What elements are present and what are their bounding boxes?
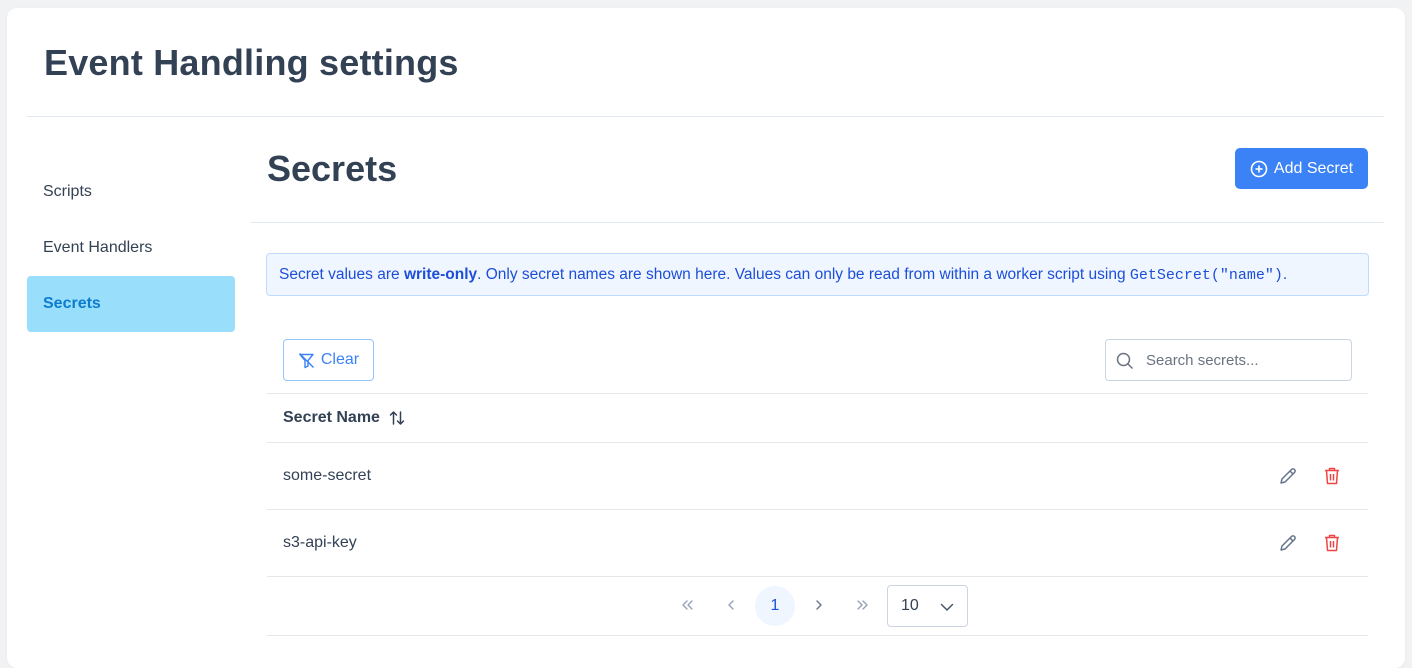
- pencil-icon[interactable]: [1278, 466, 1298, 491]
- sidebar-item-scripts[interactable]: Scripts: [27, 164, 235, 220]
- trash-icon[interactable]: [1323, 466, 1341, 491]
- next-page-button[interactable]: [799, 585, 839, 625]
- sidebar-item-event-handlers[interactable]: Event Handlers: [27, 220, 235, 276]
- clear-filter-button[interactable]: Clear: [283, 339, 374, 381]
- double-chevron-left-icon: [679, 597, 695, 613]
- header-divider: [27, 116, 1384, 117]
- plus-circle-icon: [1250, 160, 1268, 178]
- search-box: [1105, 339, 1352, 381]
- page-1-button[interactable]: 1: [755, 586, 795, 626]
- sort-icon[interactable]: [388, 409, 406, 427]
- column-header-label: Secret Name: [283, 409, 380, 426]
- page-title: Event Handling settings: [44, 42, 459, 83]
- table-bottom-border: [267, 635, 1368, 636]
- info-middle: . Only secret names are shown here. Valu…: [477, 266, 1130, 283]
- clear-label: Clear: [320, 351, 360, 368]
- info-bold: write-only: [403, 266, 478, 283]
- last-page-button[interactable]: [843, 585, 883, 625]
- prev-page-button[interactable]: [711, 585, 751, 625]
- chevron-right-icon: [811, 597, 827, 613]
- column-header-secret-name[interactable]: Secret Name: [283, 394, 406, 442]
- first-page-button[interactable]: [667, 585, 707, 625]
- write-only-info-banner: Secret values are write-only. Only secre…: [266, 253, 1369, 296]
- info-suffix: .: [1282, 266, 1288, 283]
- pencil-icon[interactable]: [1278, 533, 1298, 558]
- sidebar-item-secrets[interactable]: Secrets: [27, 276, 235, 332]
- table-top-border: [267, 393, 1368, 394]
- secret-name: s3-api-key: [283, 534, 357, 551]
- section-title: Secrets: [267, 148, 398, 189]
- table-row: s3-api-key: [267, 510, 1368, 576]
- trash-icon[interactable]: [1323, 533, 1341, 558]
- rows-per-page-select[interactable]: 10: [887, 585, 968, 627]
- section-divider: [251, 222, 1384, 223]
- chevron-left-icon: [723, 597, 739, 613]
- add-secret-button[interactable]: Add Secret: [1235, 148, 1368, 189]
- info-code: GetSecret("name"): [1129, 267, 1283, 284]
- row-divider: [267, 576, 1368, 577]
- filter-slash-icon: [298, 352, 315, 369]
- table-row: some-secret: [267, 443, 1368, 509]
- rows-per-page-value: 10: [901, 597, 919, 614]
- settings-sidebar: Scripts Event Handlers Secrets: [27, 164, 235, 332]
- info-prefix: Secret values are: [279, 266, 404, 283]
- add-secret-label: Add Secret: [1273, 159, 1354, 177]
- secret-name: some-secret: [283, 467, 372, 484]
- search-icon: [1116, 352, 1134, 375]
- chevron-down-icon: [939, 599, 955, 620]
- double-chevron-right-icon: [855, 597, 871, 613]
- search-input[interactable]: [1146, 340, 1346, 380]
